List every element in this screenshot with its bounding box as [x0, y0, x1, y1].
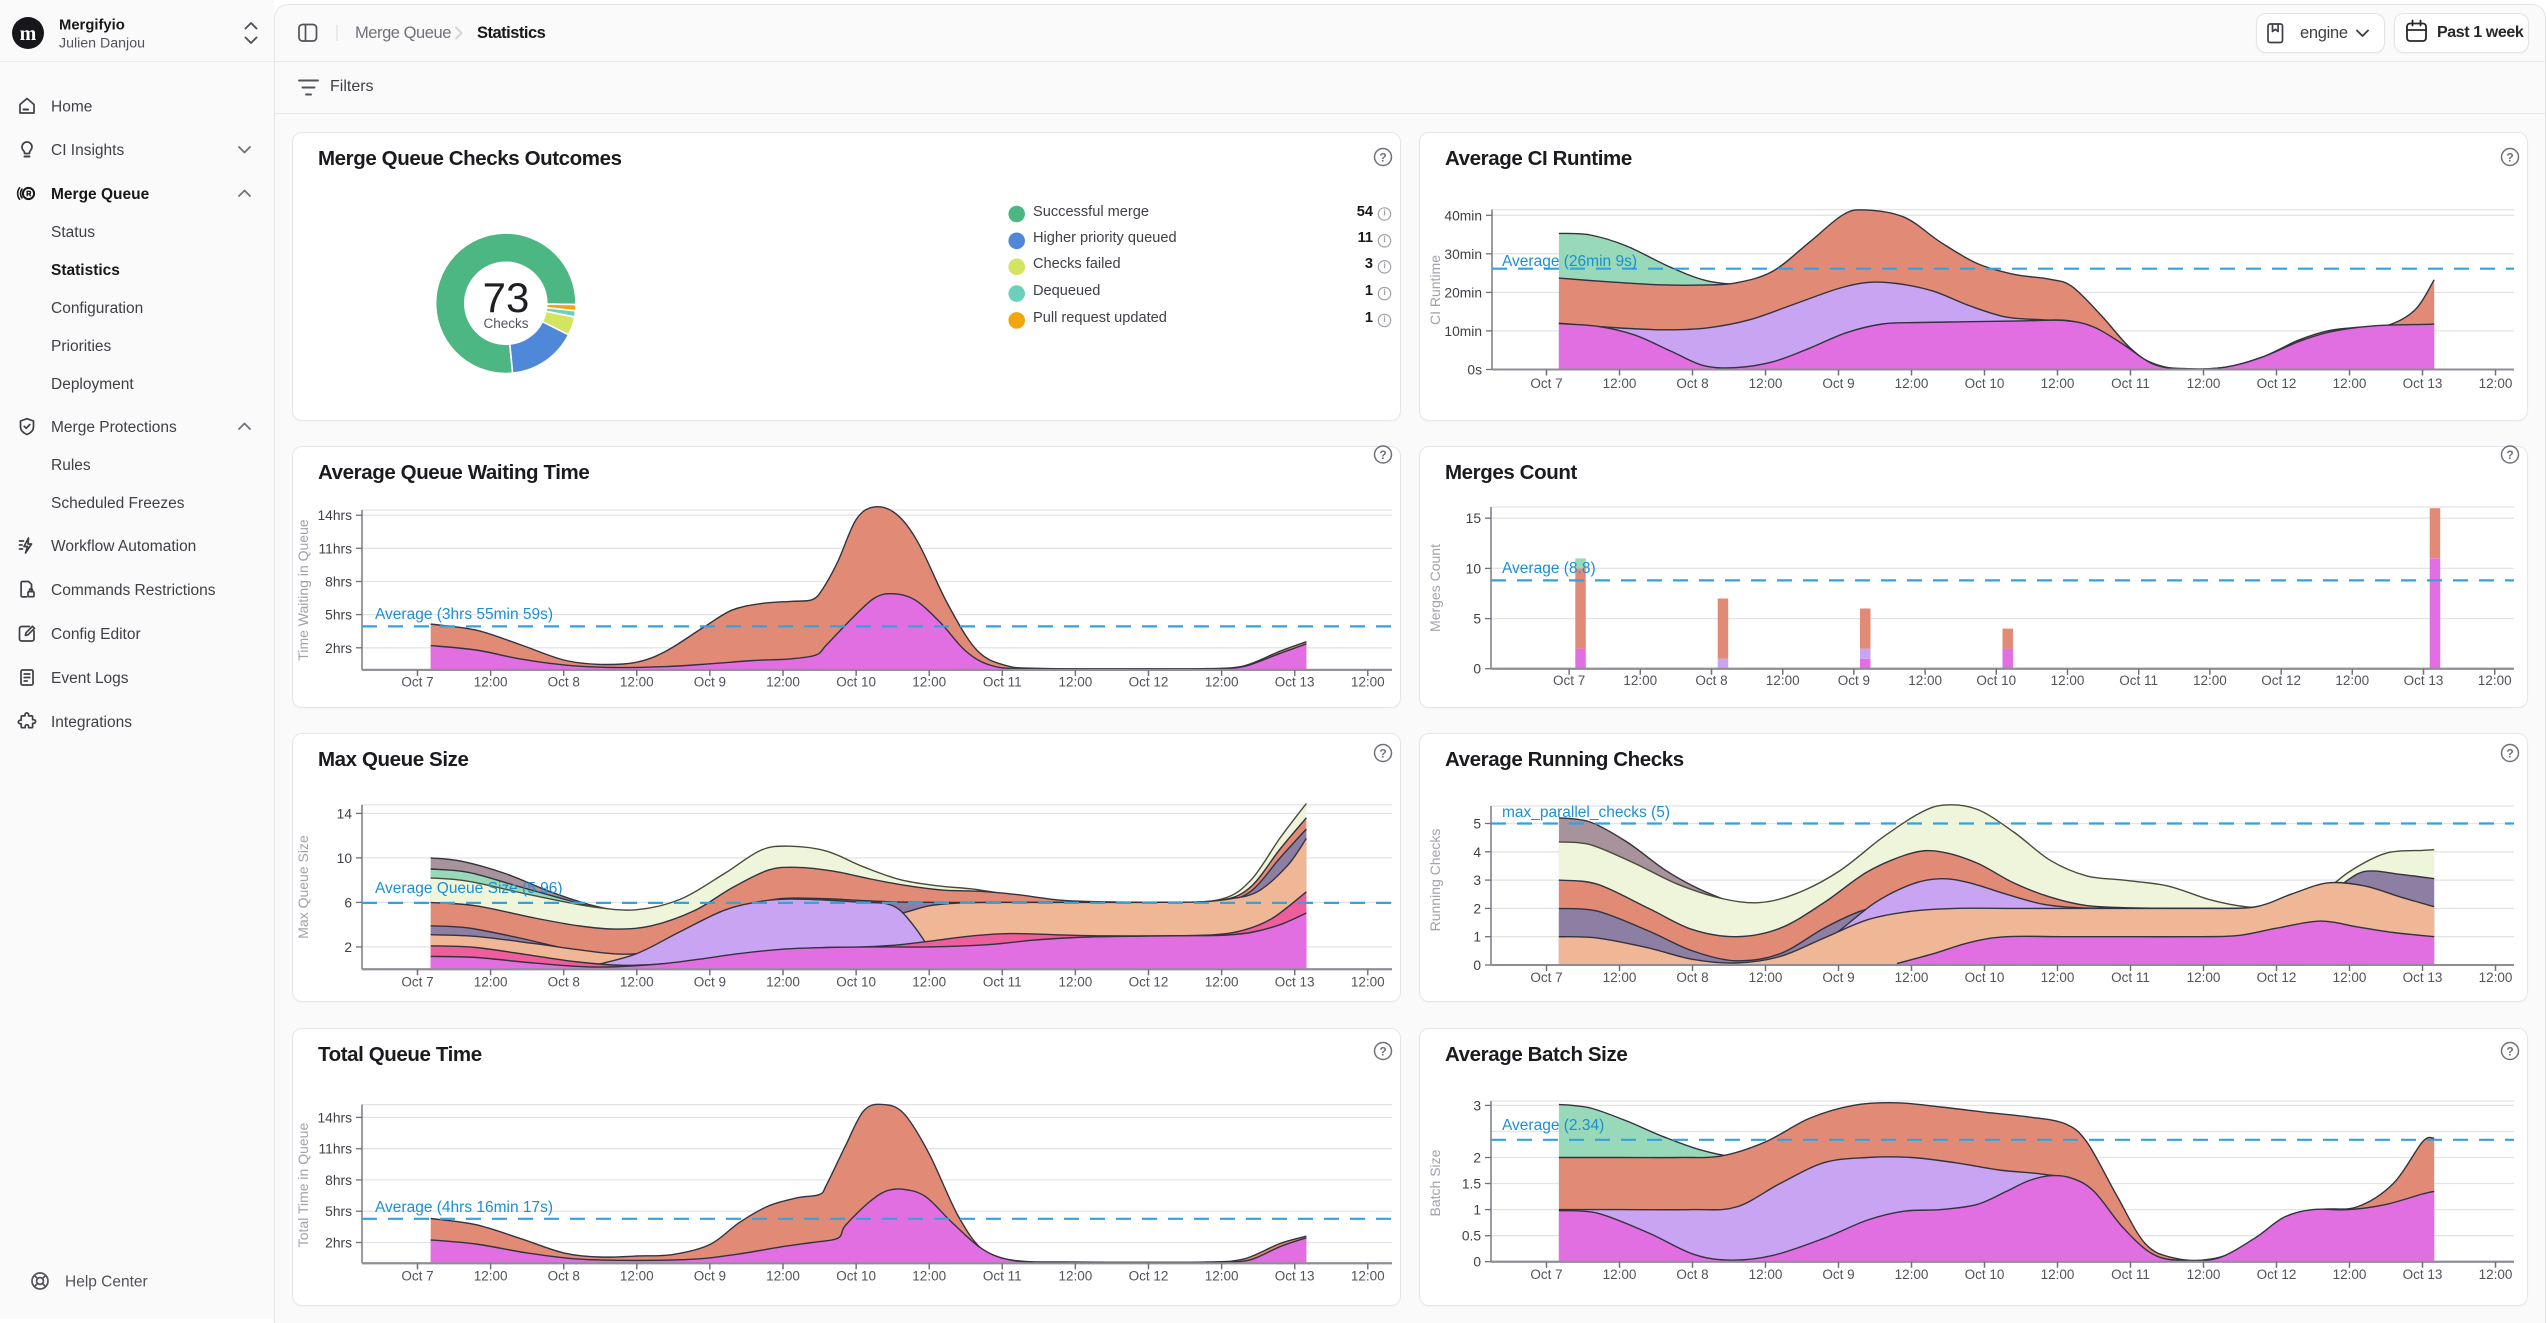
- svg-text:Commands Restrictions: Commands Restrictions: [51, 582, 216, 599]
- svg-text:Config Editor: Config Editor: [51, 626, 141, 643]
- svg-text:Statistics: Statistics: [51, 262, 120, 279]
- svg-text:Configuration: Configuration: [51, 300, 143, 317]
- svg-text:Integrations: Integrations: [51, 714, 132, 731]
- svg-text:Priorities: Priorities: [51, 338, 112, 355]
- svg-text:Rules: Rules: [51, 457, 91, 474]
- svg-text:Merge Protections: Merge Protections: [51, 419, 177, 436]
- svg-text:Event Logs: Event Logs: [51, 670, 129, 687]
- svg-text:Deployment: Deployment: [51, 376, 134, 393]
- svg-text:Merge Queue: Merge Queue: [51, 186, 150, 203]
- svg-text:Scheduled Freezes: Scheduled Freezes: [51, 495, 185, 512]
- svg-text:CI Insights: CI Insights: [51, 142, 124, 159]
- svg-text:Workflow Automation: Workflow Automation: [51, 538, 196, 555]
- svg-text:Status: Status: [51, 224, 95, 241]
- svg-text:Help Center: Help Center: [65, 1274, 148, 1291]
